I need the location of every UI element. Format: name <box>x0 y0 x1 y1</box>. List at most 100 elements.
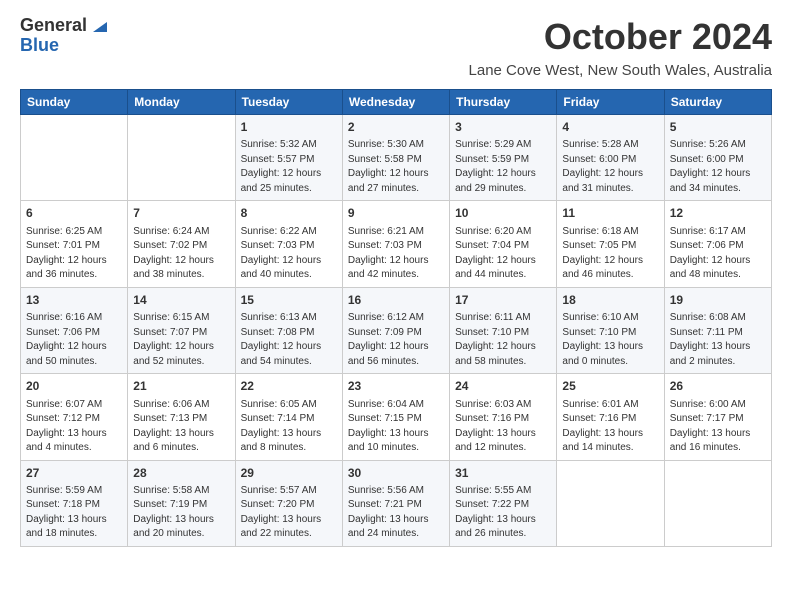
day-info: Sunrise: 6:11 AM Sunset: 7:10 PM Dayligh… <box>455 311 551 369</box>
header-monday: Monday <box>128 90 235 115</box>
day-number: 2 <box>348 119 444 136</box>
table-row: 12 Sunrise: 6:17 AM Sunset: 7:06 PM Dayli… <box>664 201 771 287</box>
table-row: 9 Sunrise: 6:21 AM Sunset: 7:03 PM Daylig… <box>342 201 449 287</box>
table-row: 11 Sunrise: 6:18 AM Sunset: 7:05 PM Dayli… <box>557 201 664 287</box>
table-row: 31Sunrise: 5:55 AM Sunset: 7:22 PM Dayli… <box>450 460 557 546</box>
table-row: 24Sunrise: 6:03 AM Sunset: 7:16 PM Dayli… <box>450 374 557 460</box>
day-info: Sunrise: 6:05 AM Sunset: 7:14 PM Dayligh… <box>241 398 337 456</box>
day-info: Sunrise: 5:57 AM Sunset: 7:20 PM Dayligh… <box>241 484 337 542</box>
day-info: Sunrise: 6:16 AM Sunset: 7:06 PM Dayligh… <box>26 311 122 369</box>
day-info: Sunrise: 6:12 AM Sunset: 7:09 PM Dayligh… <box>348 311 444 369</box>
day-info: Sunrise: 6:10 AM Sunset: 7:10 PM Dayligh… <box>562 311 658 369</box>
subtitle: Lane Cove West, New South Wales, Austral… <box>20 62 772 79</box>
logo-general: General <box>20 16 87 36</box>
day-info: Sunrise: 6:17 AM Sunset: 7:06 PM Dayligh… <box>670 225 766 283</box>
day-info: Sunrise: 6:00 AM Sunset: 7:17 PM Dayligh… <box>670 398 766 456</box>
day-info: Sunrise: 5:58 AM Sunset: 7:19 PM Dayligh… <box>133 484 229 542</box>
table-row: 6 Sunrise: 6:25 AM Sunset: 7:01 PM Daylig… <box>21 201 128 287</box>
day-number: 24 <box>455 378 551 395</box>
header-wednesday: Wednesday <box>342 90 449 115</box>
table-row: 29 Sunrise: 5:57 AM Sunset: 7:20 PM Dayli… <box>235 460 342 546</box>
day-info: Sunrise: 6:24 AM Sunset: 7:02 PM Dayligh… <box>133 225 229 283</box>
header-saturday: Saturday <box>664 90 771 115</box>
calendar-week-2: 6 Sunrise: 6:25 AM Sunset: 7:01 PM Daylig… <box>21 201 772 287</box>
table-row <box>557 460 664 546</box>
day-number: 26 <box>670 378 766 395</box>
day-number: 22 <box>241 378 337 395</box>
day-number: 5 <box>670 119 766 136</box>
day-info: Sunrise: 5:56 AM Sunset: 7:21 PM Dayligh… <box>348 484 444 542</box>
table-row: 3Sunrise: 5:29 AM Sunset: 5:59 PM Daylig… <box>450 115 557 201</box>
table-row: 15Sunrise: 6:13 AM Sunset: 7:08 PM Dayli… <box>235 287 342 373</box>
calendar-week-4: 20Sunrise: 6:07 AM Sunset: 7:12 PM Dayli… <box>21 374 772 460</box>
day-number: 6 <box>26 205 122 222</box>
table-row: 30 Sunrise: 5:56 AM Sunset: 7:21 PM Dayli… <box>342 460 449 546</box>
logo-blue: Blue <box>20 36 107 56</box>
day-number: 23 <box>348 378 444 395</box>
table-row: 28 Sunrise: 5:58 AM Sunset: 7:19 PM Dayli… <box>128 460 235 546</box>
day-number: 14 <box>133 292 229 309</box>
day-info: Sunrise: 6:15 AM Sunset: 7:07 PM Dayligh… <box>133 311 229 369</box>
day-number: 8 <box>241 205 337 222</box>
day-info: Sunrise: 5:32 AM Sunset: 5:57 PM Dayligh… <box>241 138 337 196</box>
table-row: 8 Sunrise: 6:22 AM Sunset: 7:03 PM Daylig… <box>235 201 342 287</box>
day-info: Sunrise: 6:01 AM Sunset: 7:16 PM Dayligh… <box>562 398 658 456</box>
day-number: 19 <box>670 292 766 309</box>
day-number: 21 <box>133 378 229 395</box>
table-row: 16 Sunrise: 6:12 AM Sunset: 7:09 PM Dayli… <box>342 287 449 373</box>
calendar-week-5: 27Sunrise: 5:59 AM Sunset: 7:18 PM Dayli… <box>21 460 772 546</box>
calendar-week-1: 1 Sunrise: 5:32 AM Sunset: 5:57 PM Daylig… <box>21 115 772 201</box>
day-info: Sunrise: 6:25 AM Sunset: 7:01 PM Dayligh… <box>26 225 122 283</box>
table-row: 19 Sunrise: 6:08 AM Sunset: 7:11 PM Dayli… <box>664 287 771 373</box>
day-info: Sunrise: 6:22 AM Sunset: 7:03 PM Dayligh… <box>241 225 337 283</box>
calendar-week-3: 13 Sunrise: 6:16 AM Sunset: 7:06 PM Dayli… <box>21 287 772 373</box>
header-friday: Friday <box>557 90 664 115</box>
day-info: Sunrise: 6:08 AM Sunset: 7:11 PM Dayligh… <box>670 311 766 369</box>
day-info: Sunrise: 6:13 AM Sunset: 7:08 PM Dayligh… <box>241 311 337 369</box>
day-number: 11 <box>562 205 658 222</box>
table-row: 27Sunrise: 5:59 AM Sunset: 7:18 PM Dayli… <box>21 460 128 546</box>
day-info: Sunrise: 5:29 AM Sunset: 5:59 PM Dayligh… <box>455 138 551 196</box>
table-row: 10 Sunrise: 6:20 AM Sunset: 7:04 PM Dayli… <box>450 201 557 287</box>
day-info: Sunrise: 6:21 AM Sunset: 7:03 PM Dayligh… <box>348 225 444 283</box>
day-info: Sunrise: 6:07 AM Sunset: 7:12 PM Dayligh… <box>26 398 122 456</box>
day-number: 10 <box>455 205 551 222</box>
day-number: 13 <box>26 292 122 309</box>
table-row: 5Sunrise: 5:26 AM Sunset: 6:00 PM Daylig… <box>664 115 771 201</box>
day-info: Sunrise: 5:28 AM Sunset: 6:00 PM Dayligh… <box>562 138 658 196</box>
day-number: 17 <box>455 292 551 309</box>
header-thursday: Thursday <box>450 90 557 115</box>
day-info: Sunrise: 6:18 AM Sunset: 7:05 PM Dayligh… <box>562 225 658 283</box>
header-sunday: Sunday <box>21 90 128 115</box>
table-row <box>128 115 235 201</box>
table-row: 22 Sunrise: 6:05 AM Sunset: 7:14 PM Dayli… <box>235 374 342 460</box>
day-info: Sunrise: 6:04 AM Sunset: 7:15 PM Dayligh… <box>348 398 444 456</box>
day-number: 25 <box>562 378 658 395</box>
calendar-table: SundayMondayTuesdayWednesdayThursdayFrid… <box>20 89 772 547</box>
day-number: 16 <box>348 292 444 309</box>
table-row: 14 Sunrise: 6:15 AM Sunset: 7:07 PM Dayli… <box>128 287 235 373</box>
day-number: 12 <box>670 205 766 222</box>
day-number: 7 <box>133 205 229 222</box>
table-row <box>664 460 771 546</box>
table-row: 23 Sunrise: 6:04 AM Sunset: 7:15 PM Dayli… <box>342 374 449 460</box>
day-number: 4 <box>562 119 658 136</box>
table-row: 25 Sunrise: 6:01 AM Sunset: 7:16 PM Dayli… <box>557 374 664 460</box>
day-info: Sunrise: 6:06 AM Sunset: 7:13 PM Dayligh… <box>133 398 229 456</box>
day-number: 30 <box>348 465 444 482</box>
logo-triangle-icon <box>89 16 107 34</box>
day-number: 29 <box>241 465 337 482</box>
table-row: 4 Sunrise: 5:28 AM Sunset: 6:00 PM Daylig… <box>557 115 664 201</box>
day-number: 27 <box>26 465 122 482</box>
day-info: Sunrise: 6:20 AM Sunset: 7:04 PM Dayligh… <box>455 225 551 283</box>
table-row: 17 Sunrise: 6:11 AM Sunset: 7:10 PM Dayli… <box>450 287 557 373</box>
day-number: 18 <box>562 292 658 309</box>
table-row <box>21 115 128 201</box>
table-row: 20Sunrise: 6:07 AM Sunset: 7:12 PM Dayli… <box>21 374 128 460</box>
table-row: 1 Sunrise: 5:32 AM Sunset: 5:57 PM Daylig… <box>235 115 342 201</box>
day-number: 9 <box>348 205 444 222</box>
day-number: 28 <box>133 465 229 482</box>
day-number: 1 <box>241 119 337 136</box>
day-info: Sunrise: 5:30 AM Sunset: 5:58 PM Dayligh… <box>348 138 444 196</box>
table-row: 13 Sunrise: 6:16 AM Sunset: 7:06 PM Dayli… <box>21 287 128 373</box>
